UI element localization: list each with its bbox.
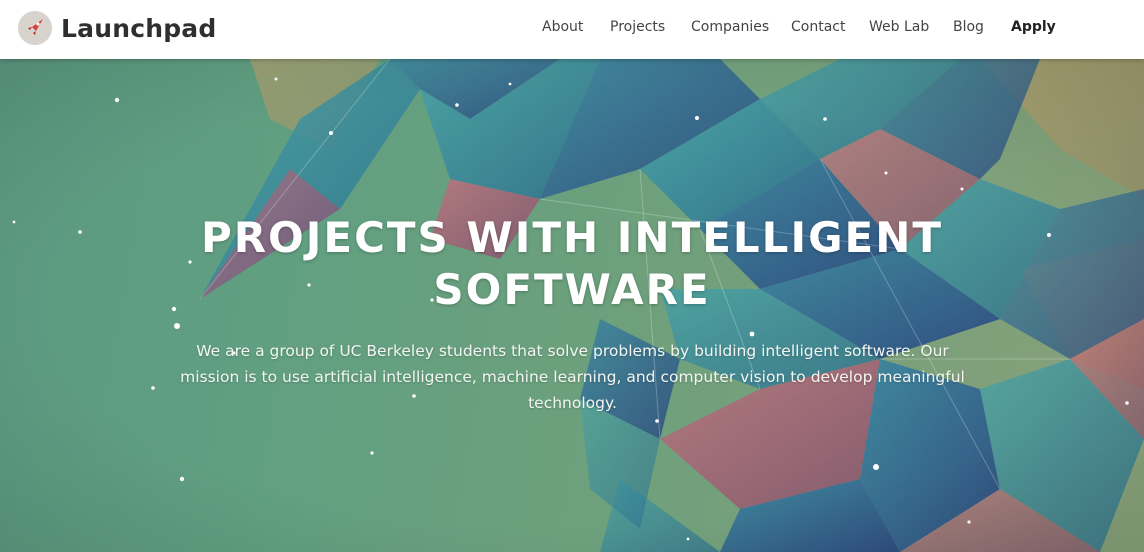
nav-apply[interactable]: Apply — [1011, 19, 1056, 35]
nav-projects[interactable]: Projects — [610, 19, 665, 35]
hero-title: PROJECTS WITH INTELLIGENT SOFTWARE — [0, 212, 1144, 316]
hero-banner: PROJECTS WITH INTELLIGENT SOFTWARE We ar… — [0, 59, 1144, 552]
main-nav: About Projects Companies Contact Web Lab… — [0, 0, 1144, 59]
top-navbar: Launchpad About Projects Companies Conta… — [0, 0, 1144, 59]
hero-title-line1: PROJECTS WITH INTELLIGENT — [200, 213, 944, 262]
hero-title-line2: SOFTWARE — [433, 265, 711, 314]
nav-about[interactable]: About — [542, 19, 583, 35]
nav-web-lab[interactable]: Web Lab — [869, 19, 929, 35]
hero-description: We are a group of UC Berkeley students t… — [180, 342, 965, 412]
nav-contact[interactable]: Contact — [791, 19, 845, 35]
nav-blog[interactable]: Blog — [953, 19, 984, 35]
nav-companies[interactable]: Companies — [691, 19, 769, 35]
